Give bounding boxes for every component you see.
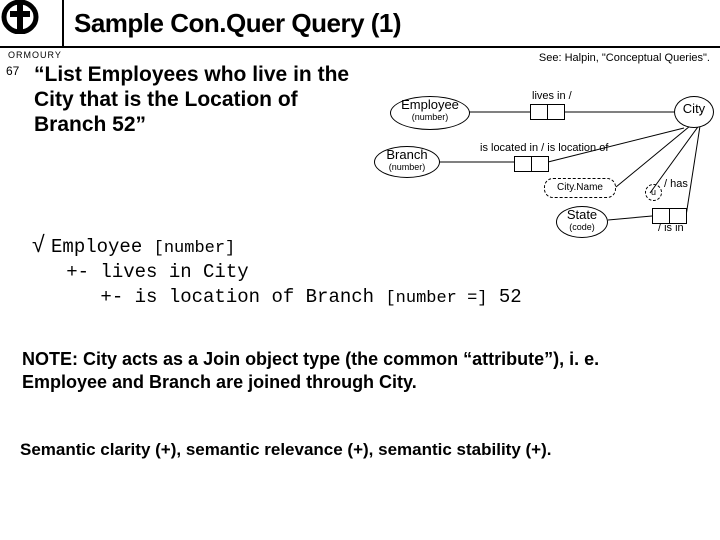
entity-employee: Employee (number): [390, 96, 470, 130]
query-description: “List Employees who live in the City tha…: [34, 62, 364, 138]
footer-text: Semantic clarity (+), semantic relevance…: [20, 440, 551, 460]
role-label: is located in / is location of: [480, 142, 608, 154]
query-tree: √ Employee [number] +- lives in City +- …: [32, 230, 522, 310]
uniqueness-marker: u: [645, 184, 662, 201]
value-cityname: City.Name: [544, 178, 616, 198]
role-label: / is in: [658, 222, 684, 234]
query-line: +- lives in City: [32, 261, 249, 283]
query-line: +- is location of Branch: [32, 286, 385, 308]
role-label: / has: [664, 178, 688, 190]
entity-branch: Branch (number): [374, 146, 440, 178]
orm-diagram: Employee (number) Branch (number) City S…: [360, 90, 712, 230]
page-number: 67: [6, 64, 19, 78]
checkmark-icon: √: [32, 231, 51, 257]
entity-ref: (code): [557, 222, 607, 232]
query-ref: [number]: [154, 239, 236, 258]
logo: [0, 0, 64, 46]
entity-label: Employee: [391, 97, 469, 112]
role-box: [530, 104, 565, 120]
role-label: lives in /: [532, 90, 572, 102]
slide-title: Sample Con.Quer Query (1): [64, 8, 401, 39]
reference-text: See: Halpin, "Conceptual Queries".: [539, 52, 710, 64]
header-bar: Sample Con.Quer Query (1): [0, 0, 720, 48]
query-ref: [number =]: [385, 289, 487, 308]
entity-city: City: [674, 96, 714, 128]
entity-state: State (code): [556, 206, 608, 238]
entity-label: City: [675, 101, 713, 116]
entity-label: Branch: [375, 147, 439, 162]
query-value: 52: [488, 286, 522, 308]
entity-ref: (number): [391, 112, 469, 122]
entity-ref: (number): [375, 162, 439, 172]
note-text: NOTE: City acts as a Join object type (t…: [22, 348, 682, 395]
role-box: [514, 156, 549, 172]
entity-label: State: [557, 207, 607, 222]
query-line: Employee: [51, 236, 154, 258]
